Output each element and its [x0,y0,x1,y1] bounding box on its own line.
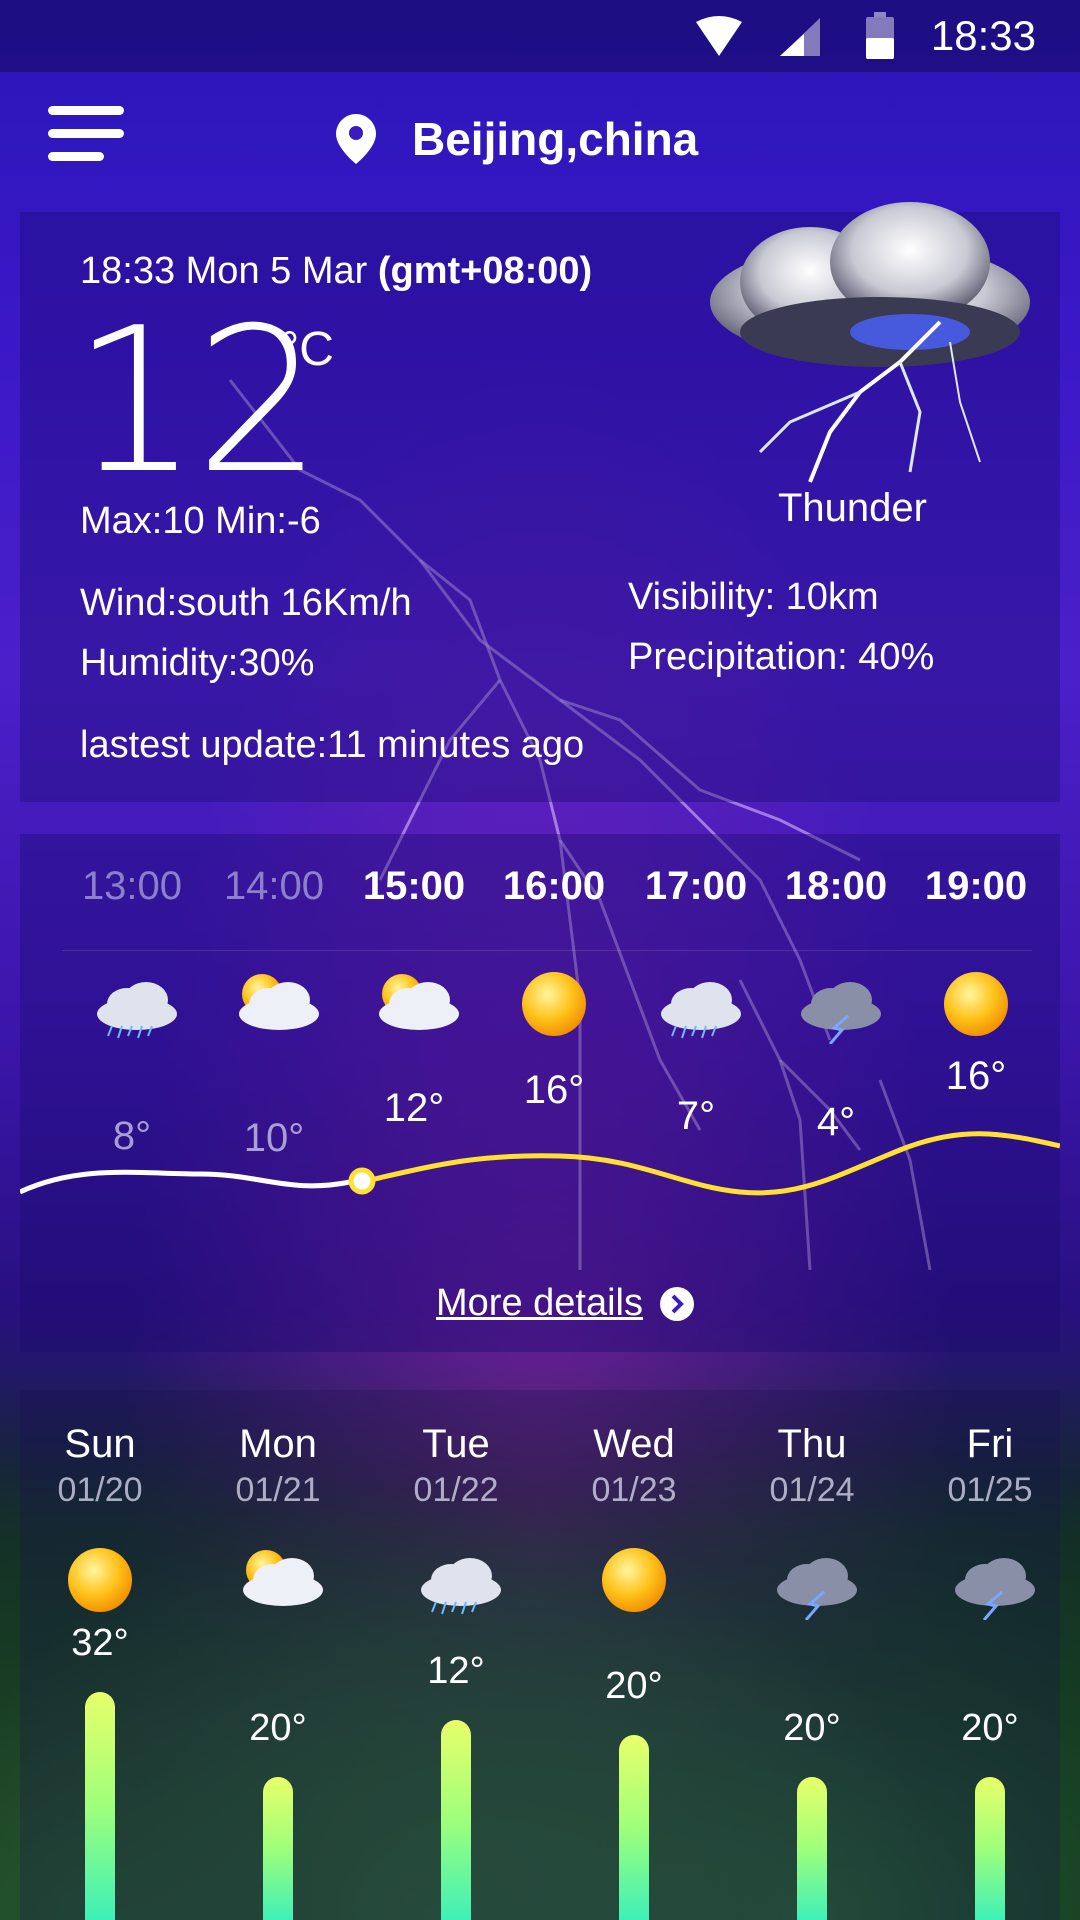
hour-temperature: 8° [112,1114,152,1158]
day-temperature: 12° [427,1650,485,1692]
day-date: 01/25 [947,1471,1033,1509]
hour-temperature: 16° [945,1054,1007,1098]
max-min-temperature: Max:10 Min:-6 [80,500,321,542]
status-time: 18:33 [930,12,1036,59]
signal-icon [780,18,820,56]
day-column[interactable]: Tue 01/22 [376,1422,536,1510]
day-weather-icon [935,1540,1045,1621]
thunder-icon [777,1558,857,1621]
temperature-bar [619,1735,649,1920]
day-date: 01/21 [235,1471,321,1509]
hourly-forecast-card: 13:00 14:00 15:00 16:00 17:00 18:00 19:00 8° 10… [20,834,1060,1352]
day-name: Thu [777,1422,847,1466]
day-weather-icon [757,1540,867,1621]
day-column[interactable]: Thu 01/24 [732,1422,892,1510]
day-weather-icon [401,1540,511,1620]
day-temperature: 20° [605,1665,663,1707]
rain-icon [421,1558,501,1615]
day-weather-icon [45,1540,155,1620]
timezone-text: (gmt+08:00) [377,250,593,292]
temperature-bar [263,1777,293,1920]
day-column[interactable]: Fri 01/25 [910,1422,1070,1510]
hour-temperature: 16° [523,1068,585,1112]
day-date: 01/22 [413,1471,499,1509]
temperature-unit: °C [280,323,334,376]
location-name: Beijing,china [412,113,699,165]
wifi-icon [696,16,742,56]
day-name: Fri [966,1422,1014,1466]
more-details-link[interactable]: More details [436,1282,695,1325]
day-column[interactable]: Wed 01/23 [554,1422,714,1510]
day-date: 01/20 [57,1471,143,1509]
day-temperature: 20° [249,1707,307,1749]
future-temperature-line [369,1131,1060,1196]
day-temperature: 20° [783,1707,841,1749]
day-column[interactable]: Sun 01/20 [20,1422,180,1510]
day-date: 01/23 [591,1471,677,1509]
hour-temperature: 10° [243,1116,305,1160]
menu-icon[interactable] [48,106,124,166]
current-hour-marker [348,1167,376,1195]
current-weather-card: 18:33 Mon 5 Mar (gmt+08:00) 12 °C Max:10… [20,202,1060,802]
wind-info: Wind:south 16Km/h [80,582,412,624]
day-name: Mon [239,1422,317,1466]
battery-icon [866,12,894,59]
daily-forecast-card: Sun 01/20 32° Mon 01/21 20° Tue 01/22 12° Wed … [20,1390,1060,1920]
humidity-info: Humidity:30% [80,642,315,684]
location-pin-icon [336,114,376,164]
temperature-bar [975,1777,1005,1920]
day-column[interactable]: Mon 01/21 [198,1422,358,1510]
hour-temperature: 4° [816,1100,856,1144]
day-date: 01/24 [769,1471,855,1509]
visibility-info: Visibility: 10km [628,576,879,618]
precipitation-info: Precipitation: 40% [628,636,935,678]
day-name: Tue [422,1422,490,1466]
status-bar: 18:33 [0,0,1080,72]
day-weather-icon [223,1540,333,1620]
more-details-text: More details [436,1282,643,1324]
thunder-icon [955,1558,1035,1621]
day-weather-icon [579,1540,689,1620]
last-update-info: lastest update:11 minutes ago [80,724,585,766]
hour-temperature: 12° [383,1086,445,1130]
day-name: Wed [593,1422,675,1466]
thunderstorm-icon [710,202,1030,483]
day-temperature: 20° [961,1707,1019,1749]
condition-label: Thunder [778,486,927,530]
day-name: Sun [64,1422,136,1466]
temperature-bar [441,1720,471,1920]
sun-icon [68,1548,132,1612]
location-selector[interactable]: Beijing,china [336,112,698,166]
chevron-right-icon [659,1286,694,1321]
sun-icon [602,1548,666,1612]
past-temperature-line [20,1169,371,1195]
hour-temperature: 7° [676,1094,716,1138]
temperature-bar [797,1777,827,1920]
day-temperature: 32° [71,1622,129,1664]
partly-cloudy-icon [243,1550,323,1606]
temperature-bar [85,1692,115,1920]
